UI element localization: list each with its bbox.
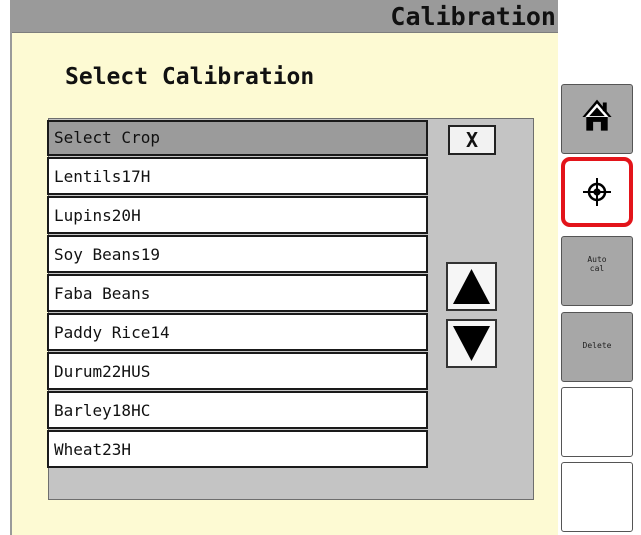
- list-item-label: Faba Beans: [54, 284, 151, 303]
- home-icon: [582, 99, 612, 131]
- list-item-label: Lupins20H: [54, 206, 141, 225]
- crop-list-header-label: Select Crop: [54, 128, 160, 147]
- triangle-up-icon: [453, 269, 490, 304]
- crosshair-icon: [583, 178, 611, 206]
- target-button[interactable]: [561, 157, 633, 227]
- list-item-wheat23h[interactable]: Wheat23H: [47, 430, 428, 468]
- window-title: Calibration: [390, 2, 556, 31]
- close-list-button[interactable]: X: [448, 125, 496, 155]
- delete-button[interactable]: Delete: [561, 312, 633, 382]
- list-item-barley18hc[interactable]: Barley18HC: [47, 391, 428, 429]
- home-button[interactable]: [561, 84, 633, 154]
- scroll-down-button[interactable]: [446, 319, 497, 368]
- list-item-label: Barley18HC: [54, 401, 151, 420]
- title-bar: Calibration: [12, 0, 558, 33]
- list-item-label: Soy Beans19: [54, 245, 160, 264]
- list-item-durum22hus[interactable]: Durum22HUS: [47, 352, 428, 390]
- auto-cal-label: Auto cal: [587, 255, 607, 273]
- list-item-label: Paddy Rice14: [54, 323, 170, 342]
- list-item-label: Lentils17H: [54, 167, 151, 186]
- blank-softkey-1[interactable]: [561, 387, 633, 457]
- auto-cal-button[interactable]: Auto cal: [561, 236, 633, 306]
- list-item-faba-beans[interactable]: Faba Beans: [47, 274, 428, 312]
- blank-softkey-2[interactable]: [561, 462, 633, 532]
- list-item-label: Wheat23H: [54, 440, 132, 459]
- crop-list-header: Select Crop: [47, 120, 428, 156]
- page-heading: Select Calibration: [65, 64, 315, 90]
- list-item-lupins20h[interactable]: Lupins20H: [47, 196, 428, 234]
- main-panel: Calibration Select Calibration Select Cr…: [10, 0, 558, 535]
- scroll-up-button[interactable]: [446, 262, 497, 311]
- list-item-soy-beans19[interactable]: Soy Beans19: [47, 235, 428, 273]
- triangle-down-icon: [453, 326, 490, 361]
- list-item-paddy-rice14[interactable]: Paddy Rice14: [47, 313, 428, 351]
- list-item-label: Durum22HUS: [54, 362, 151, 381]
- delete-label: Delete: [582, 341, 612, 350]
- list-item-lentils17h[interactable]: Lentils17H: [47, 157, 428, 195]
